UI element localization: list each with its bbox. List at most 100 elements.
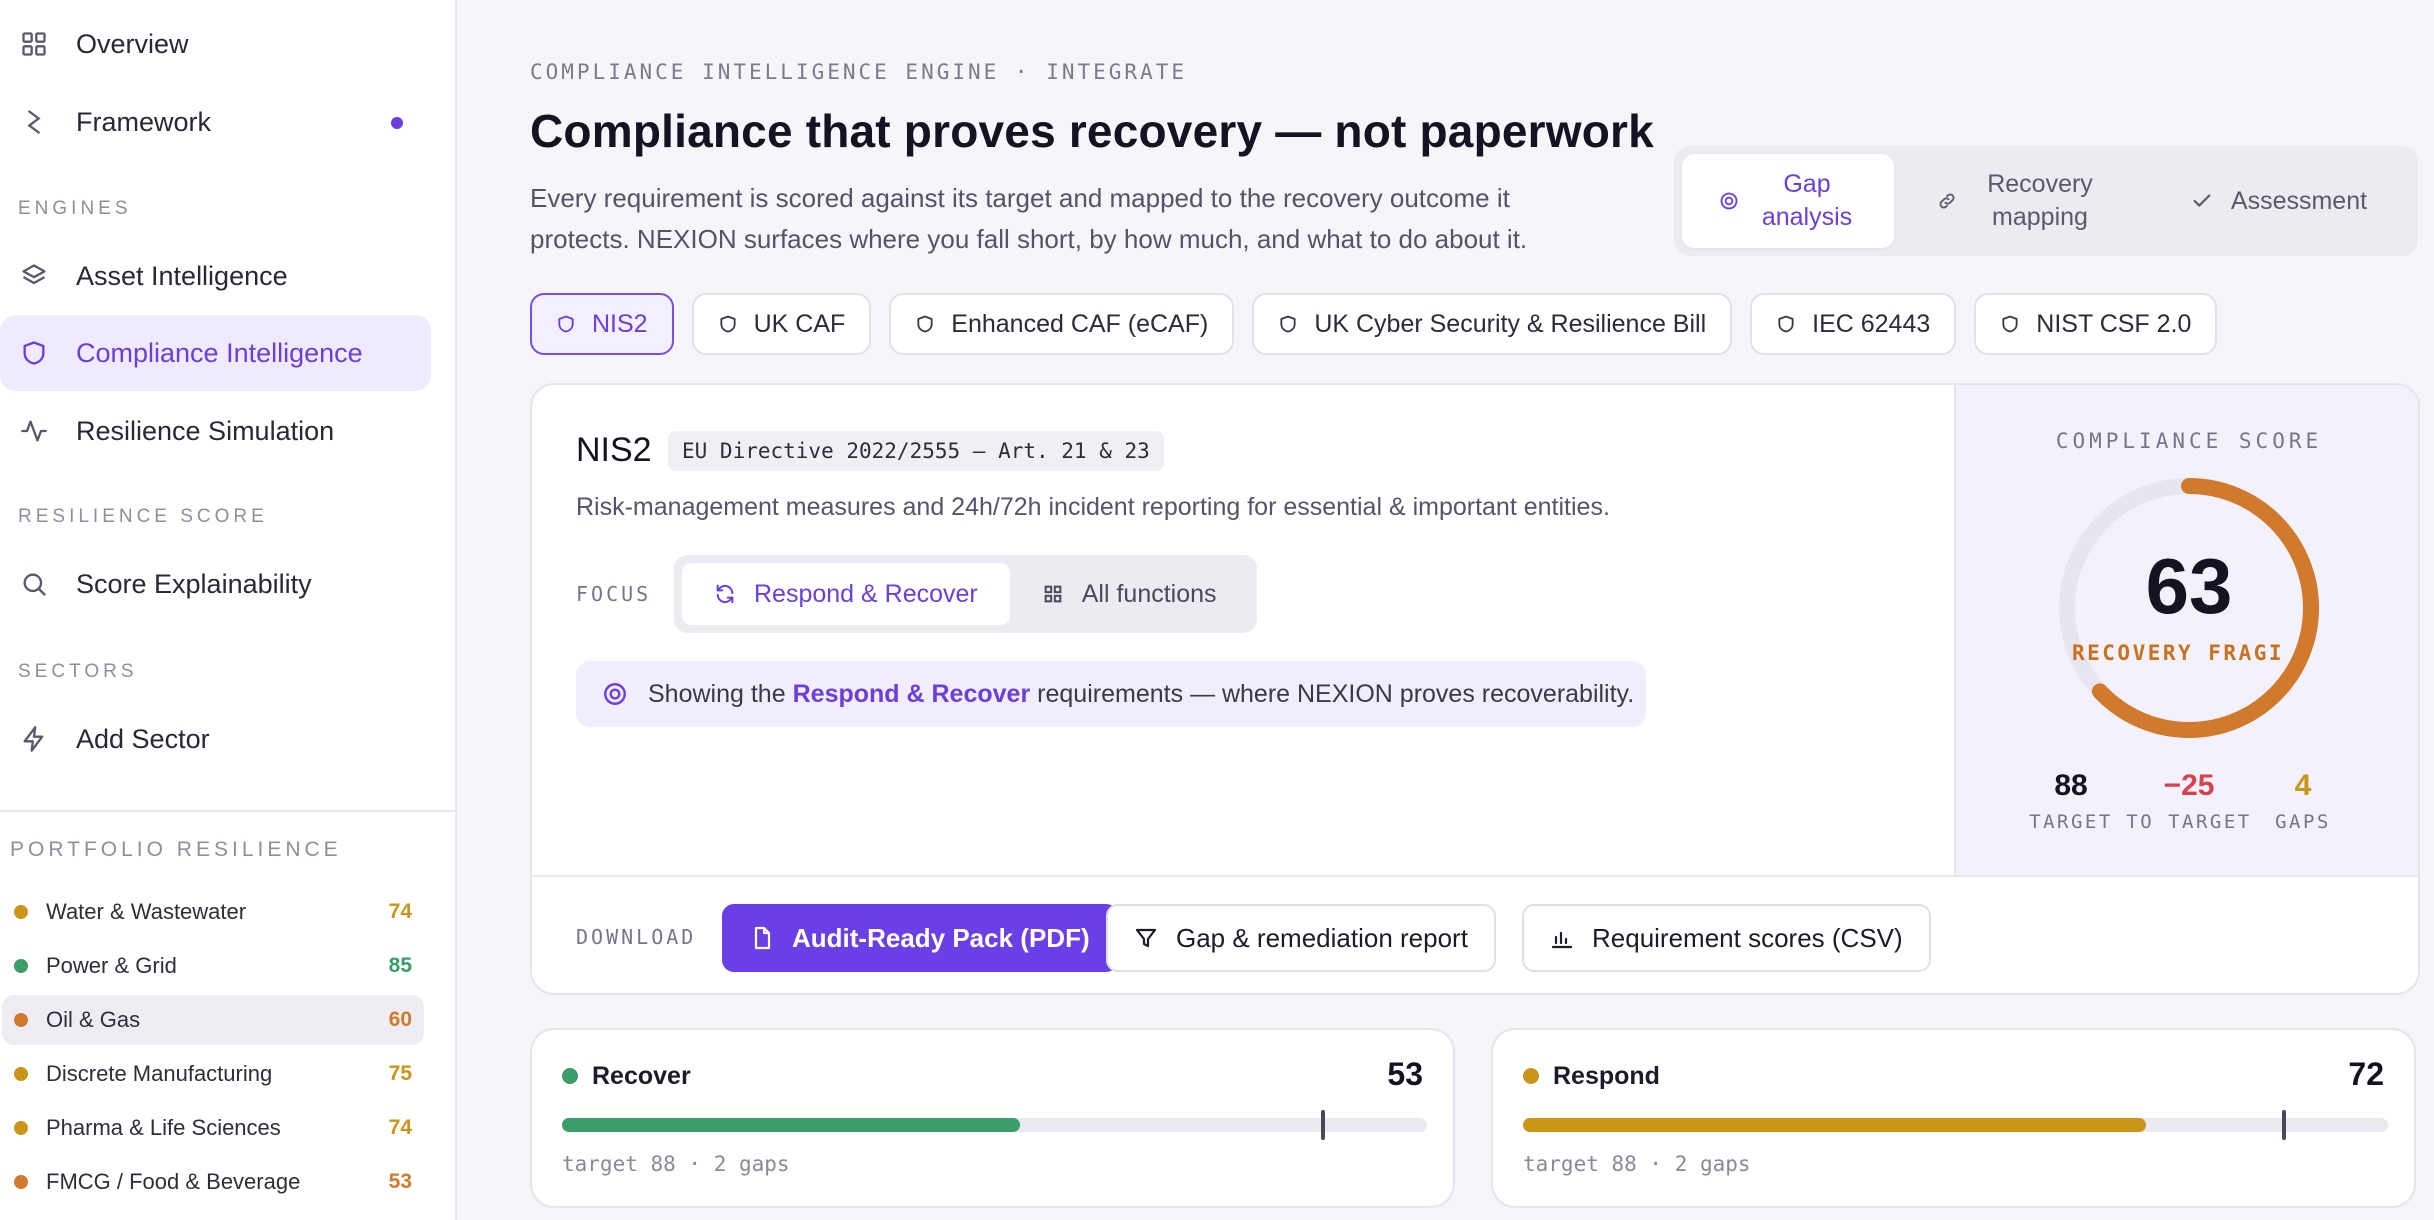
framework-tab-label: Enhanced CAF (eCAF) [951,309,1209,338]
status-dot [14,1175,28,1189]
framework-description: Risk-management measures and 24h/72h inc… [576,493,1610,521]
focus-toggle: Respond & Recover All functions [674,555,1257,633]
framework-tab-label: UK Cyber Security & Resilience Bill [1314,309,1707,338]
shield-icon [18,337,50,369]
framework-name: NIS2 [576,431,652,469]
nav-item-add-sector[interactable]: Add Sector [0,701,431,777]
framework-detail-card: NIS2 EU Directive 2022/2555 — Art. 21 & … [530,383,2420,995]
view-assessment-button[interactable]: Assessment [2148,154,2410,248]
focus-all-functions-button[interactable]: All functions [1010,563,1249,625]
view-recovery-mapping-label: Recovery mapping [1987,170,2093,231]
focus-note-prefix: Showing the [648,679,786,708]
portfolio-row-water[interactable]: Water & Wastewater 74 [2,887,424,937]
nav-item-score-explainability[interactable]: Score Explainability [0,546,431,622]
section-label-resilience-score: RESILIENCE SCORE [18,506,268,527]
nav-label: Asset Intelligence [76,260,288,291]
nav-label: Add Sector [76,723,210,754]
function-card-recover[interactable]: Recover 53 target 88 · 2 gaps [530,1028,1455,1208]
status-dot [14,1121,28,1135]
sector-name: Water & Wastewater [46,899,247,924]
status-dot [562,1068,578,1084]
portfolio-row-pharma[interactable]: Pharma & Life Sciences 74 [2,1103,424,1153]
focus-note-suffix: requirements — where NEXION proves recov… [1037,679,1635,708]
gap-report-download-button[interactable]: Gap & remediation report [1106,904,1496,972]
portfolio-row-fmcg[interactable]: FMCG / Food & Beverage 53 [2,1157,424,1207]
nav-item-asset-intelligence[interactable]: Asset Intelligence [0,238,431,314]
portfolio-title: PORTFOLIO RESILIENCE [10,838,342,861]
nav-item-resilience-simulation[interactable]: Resilience Simulation [0,393,431,469]
status-dot [14,905,28,919]
nav-item-overview[interactable]: Overview [0,6,431,82]
sector-name: Oil & Gas [46,1007,141,1032]
focus-all-functions-label: All functions [1081,579,1217,608]
check-icon [2191,190,2213,212]
function-score: 72 [2348,1056,2384,1092]
function-score: 53 [1387,1056,1423,1092]
page-title: Compliance that proves recovery — not pa… [530,105,1654,157]
notification-dot [391,117,403,129]
bar-chart-icon [1550,926,1574,950]
shield-icon [1278,314,1298,334]
score-title: COMPLIANCE SCORE [2055,429,2323,453]
link-icon [1937,191,1957,211]
framework-tab-nist-csf[interactable]: NIST CSF 2.0 [1974,293,2218,355]
portfolio-row-oil-gas[interactable]: Oil & Gas 60 [2,995,424,1045]
focus-note-highlight: Respond & Recover [792,679,1031,708]
section-label-engines: ENGINES [18,198,132,219]
progress-track [1523,1110,2388,1140]
function-meta: target 88 · 2 gaps [1523,1152,1751,1176]
view-toggle: Gap analysis Recovery mapping Assessment [1674,146,2418,256]
view-assessment-label: Assessment [2230,186,2368,215]
stat-value: 4 [2294,769,2312,802]
sector-score: 60 [388,1008,412,1031]
status-dot [14,1067,28,1081]
nav-label: Score Explainability [76,568,312,599]
view-recovery-mapping-button[interactable]: Recovery mapping [1894,154,2148,248]
focus-respond-recover-button[interactable]: Respond & Recover [682,563,1010,625]
page-eyebrow: COMPLIANCE INTELLIGENCE ENGINE · INTEGRA… [530,60,1188,84]
grid-icon [18,28,50,60]
framework-tab-iec-62443[interactable]: IEC 62443 [1750,293,1957,355]
audit-pack-label: Audit-Ready Pack (PDF) [792,922,1090,953]
framework-tab-uk-cyber-bill[interactable]: UK Cyber Security & Resilience Bill [1252,293,1733,355]
function-name: Recover [592,1062,691,1090]
gap-report-label: Gap & remediation report [1176,922,1468,953]
section-label-sectors: SECTORS [18,661,138,682]
status-dot [1523,1068,1539,1084]
audit-pack-download-button[interactable]: Audit-Ready Pack (PDF) [722,904,1118,972]
nav-label: Overview [76,28,189,59]
framework-tab-label: NIST CSF 2.0 [2036,309,2192,338]
sector-score: 53 [388,1170,412,1193]
nav-item-framework[interactable]: Framework [0,84,431,160]
download-bar: DOWNLOAD Audit-Ready Pack (PDF) Gap & re… [532,875,2418,993]
framework-tab-label: UK CAF [753,309,846,338]
scores-csv-download-button[interactable]: Requirement scores (CSV) [1522,904,1931,972]
stat-label: GAPS [2275,811,2331,833]
sector-score: 85 [388,954,412,977]
progress-fill [562,1118,1021,1132]
framework-tab-ecaf[interactable]: Enhanced CAF (eCAF) [889,293,1235,355]
function-meta: target 88 · 2 gaps [562,1152,790,1176]
activity-icon [18,415,50,447]
nav-label: Compliance Intelligence [76,337,363,368]
portfolio-row-power[interactable]: Power & Grid 85 [2,941,424,991]
portfolio-row-discrete-manufacturing[interactable]: Discrete Manufacturing 75 [2,1049,424,1099]
sidebar-divider [0,810,457,812]
view-gap-analysis-button[interactable]: Gap analysis [1682,154,1894,248]
progress-track [562,1110,1427,1140]
shield-icon [718,314,738,334]
grid-icon [1042,583,1064,605]
framework-reference: EU Directive 2022/2555 — Art. 21 & 23 [668,431,1164,471]
shield-icon [1776,314,1796,334]
framework-tab-nis2[interactable]: NIS2 [530,293,674,355]
framework-tab-uk-caf[interactable]: UK CAF [691,293,872,355]
target-icon [1719,191,1739,211]
progress-fill [1523,1118,2146,1132]
framework-tab-label: NIS2 [592,309,648,338]
page-description: Every requirement is scored against its … [530,183,1528,254]
main-content: COMPLIANCE INTELLIGENCE ENGINE · INTEGRA… [458,0,2434,1220]
nav-item-compliance-intelligence[interactable]: Compliance Intelligence [0,315,431,391]
function-card-respond[interactable]: Respond 72 target 88 · 2 gaps [1491,1028,2416,1208]
stat-gaps: 4 GAPS [2228,769,2378,833]
compliance-score-panel: COMPLIANCE SCORE 63 RECOVERY FRAGILE 88 … [1954,385,2418,875]
